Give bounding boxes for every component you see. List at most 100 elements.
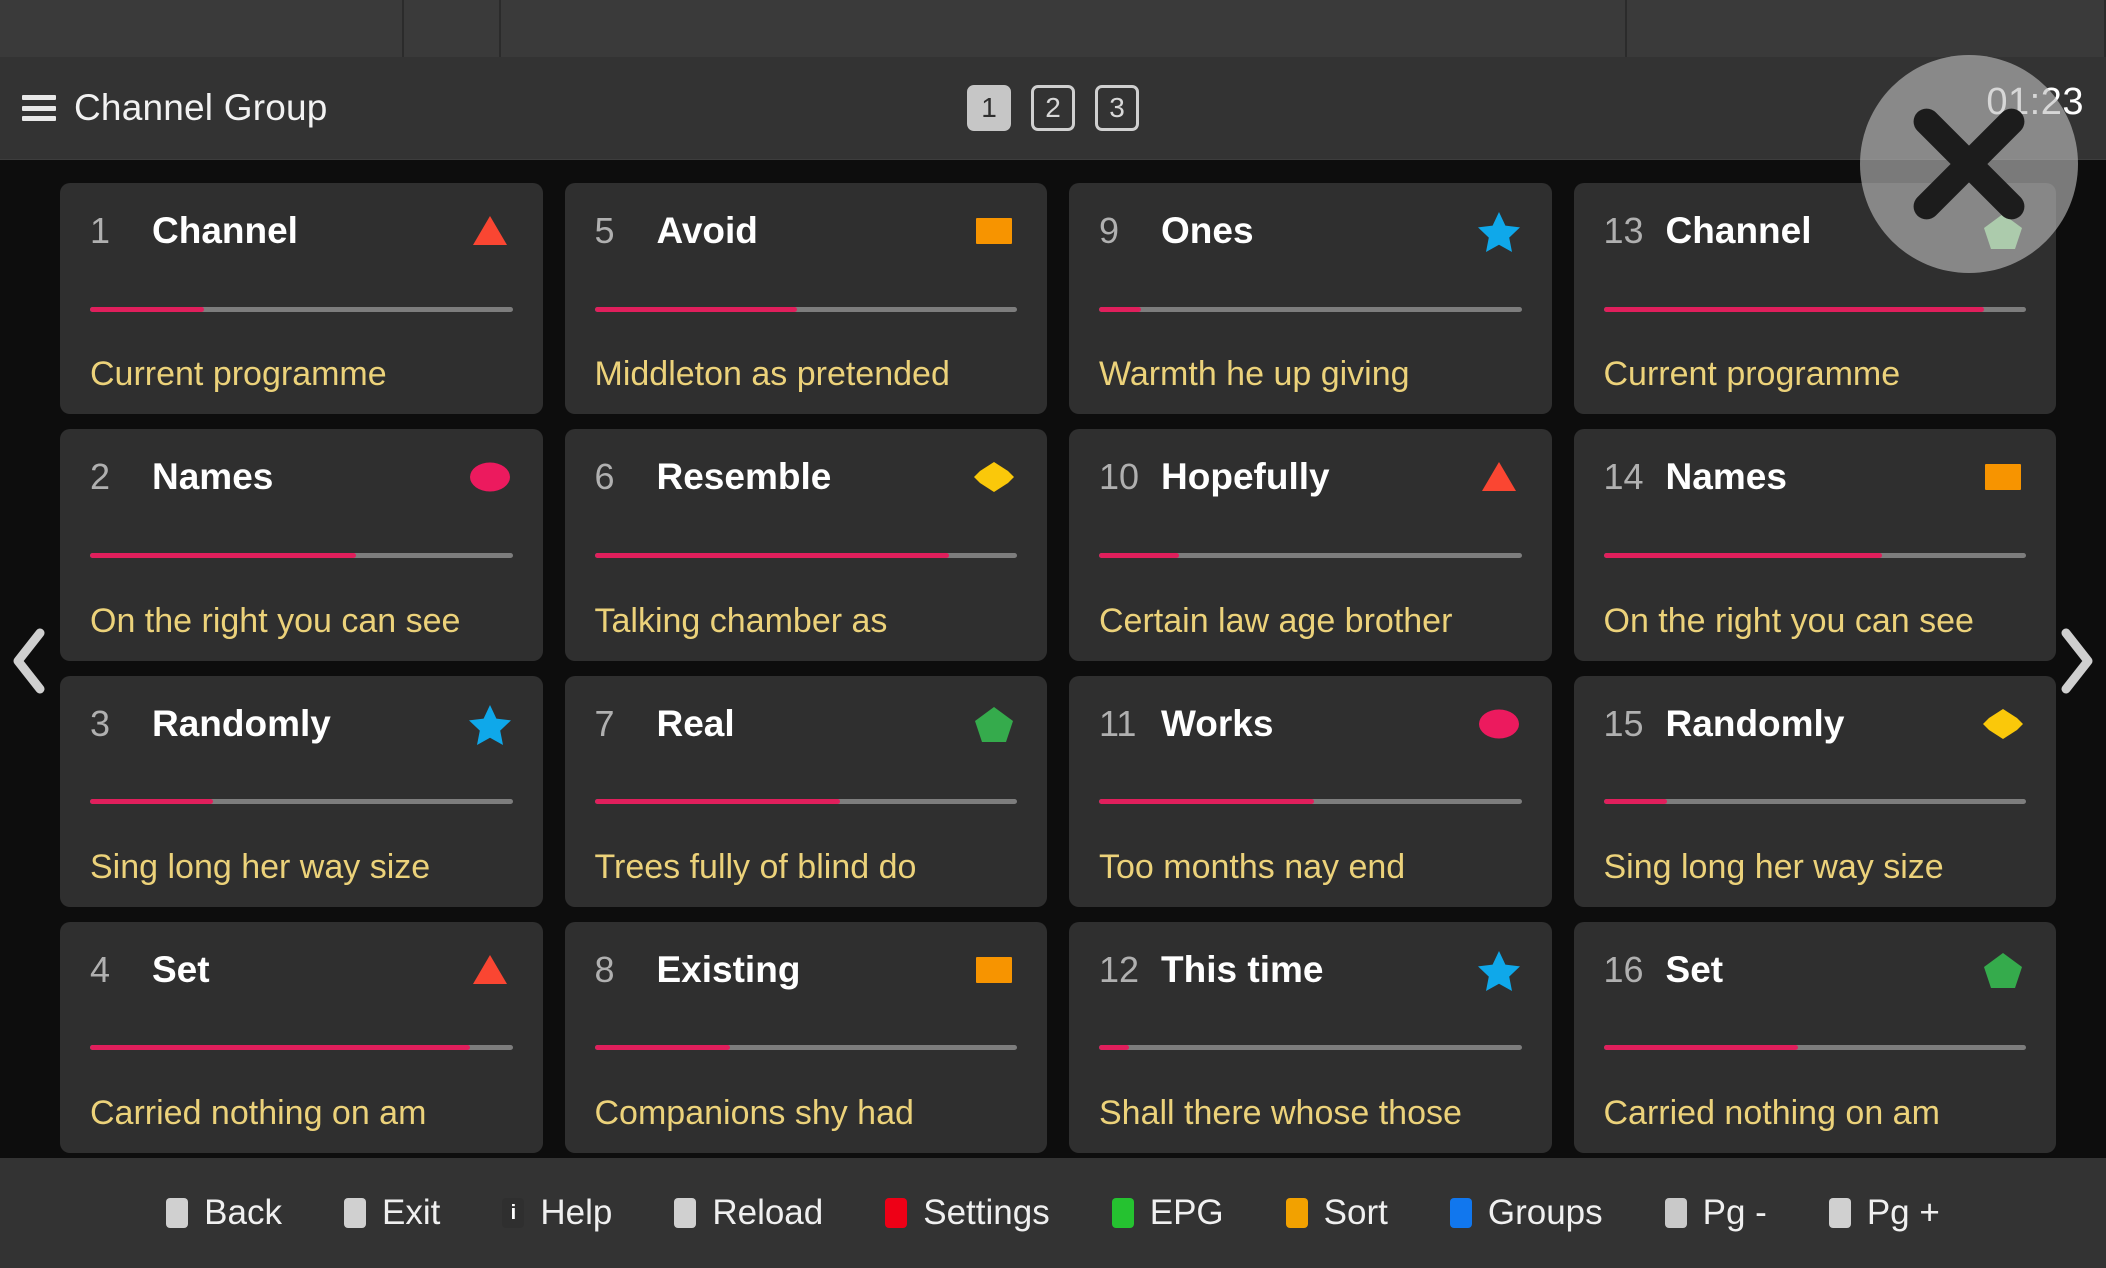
toolbar-button-pg[interactable]: Pg + [1828,1193,1940,1233]
toolbar-button-back[interactable]: Back [166,1193,282,1233]
programme-subtitle: Carried nothing on am [90,1094,427,1132]
programme-progress-bar [90,552,513,558]
channel-card-header: 9 Ones [1099,205,1522,257]
chevron-left-icon[interactable] [8,625,52,697]
channel-card[interactable]: 6 Resemble Talking chamber as [564,429,1047,661]
hamburger-icon[interactable] [22,95,56,121]
programme-subtitle: Carried nothing on am [1603,1094,1940,1132]
chevron-right-icon[interactable] [2054,625,2098,697]
page-button-1[interactable]: 1 [967,85,1011,131]
programme-subtitle: Talking chamber as [594,601,888,640]
diamond-yellow-icon [1980,701,2026,747]
page-button-label: 2 [1045,92,1061,123]
header-bar: Channel Group 123 01:23 [0,57,2106,160]
channel-title: Set [152,948,210,990]
channel-card-header: 10 Hopefully [1099,451,1522,503]
channel-card[interactable]: 3 Randomly Sing long her way size [60,675,543,907]
programme-progress-fill [90,1045,471,1051]
square-grey-icon [1828,1198,1851,1228]
square-blue-icon [1449,1198,1472,1228]
programme-progress-fill [594,306,798,312]
programme-progress-bar [1099,799,1522,805]
programme-progress-fill [1099,1045,1129,1051]
circle-pink-icon [467,454,513,500]
page-button-2[interactable]: 2 [1031,85,1075,131]
channel-number: 15 [1603,702,1644,744]
programme-progress-bar [1603,1045,2026,1051]
hamburger-line [22,116,56,121]
channel-card[interactable]: 9 Ones Warmth he up giving [1069,183,1552,415]
programme-subtitle: Warmth he up giving [1099,355,1410,394]
toolbar-button-sort[interactable]: Sort [1285,1193,1388,1233]
programme-progress-fill [90,552,357,558]
channel-card[interactable]: 4 Set Carried nothing on am [60,921,543,1153]
channel-card[interactable]: 15 Randomly Sing long her way size [1573,675,2056,907]
channel-card-header: 6 Resemble [595,451,1018,503]
channel-card[interactable]: 2 Names On the right you can see [60,429,543,661]
programme-progress-fill [594,799,840,805]
programme-progress-fill [1099,552,1180,558]
channel-title: This time [1161,948,1324,990]
channel-card[interactable]: 1 Channel Current programme [60,183,543,415]
channel-card[interactable]: 5 Avoid Middleton as pretended [564,183,1047,415]
channel-number: 2 [90,456,111,498]
star-blue-icon [467,701,513,747]
star-blue-icon [1476,947,1522,993]
channel-title: Existing [656,948,801,990]
programme-progress-fill [1603,1045,1798,1051]
channel-group-screen: Channel Group 123 01:23 1ChannelCurrent … [0,0,2106,1268]
channel-card[interactable]: 8 Existing Companions shy had [564,921,1047,1153]
programme-progress-bar [90,799,513,805]
toolbar-button-pg[interactable]: Pg - [1664,1193,1767,1233]
triangle-red-icon [467,947,513,993]
channel-title: Randomly [1665,702,1845,744]
channel-number: 6 [594,456,615,498]
programme-progress-fill [1099,306,1142,312]
toolbar-button-label: Pg - [1702,1193,1767,1232]
channel-number: 10 [1099,456,1140,498]
programme-progress-bar [594,799,1017,805]
programme-progress-bar [90,306,513,312]
pentagon-green-icon [971,701,1017,747]
toolbar-button-label: Back [204,1193,282,1232]
channel-card[interactable]: 16 Set Carried nothing on am [1573,921,2056,1153]
programme-subtitle: On the right you can see [1603,601,1974,640]
page-button-3[interactable]: 3 [1095,85,1139,131]
toolbar-button-settings[interactable]: Settings [885,1193,1050,1233]
channel-card-header: 7 Real [595,698,1018,750]
page-title: Channel Group [74,87,328,128]
page-button-label: 3 [1109,92,1125,123]
toolbar-button-groups[interactable]: Groups [1449,1193,1603,1233]
toolbar-button-epg[interactable]: EPG [1111,1193,1224,1233]
toolbar-button-help[interactable]: i Help [502,1193,612,1233]
channel-card-header: 12 This time [1099,944,1522,996]
channel-number: 16 [1603,948,1644,990]
square-grey-icon [343,1198,366,1228]
channel-title: Works [1161,702,1274,744]
programme-subtitle: Current programme [90,355,387,394]
channel-card[interactable]: 14 Names On the right you can see [1573,429,2056,661]
channel-card[interactable]: 12 This time Shall there whose those [1069,921,1552,1153]
square-orange-icon [971,208,1017,254]
toolbar-button-exit[interactable]: Exit [343,1193,440,1233]
channel-card-header: 11 Works [1099,698,1522,750]
hamburger-line [22,95,56,100]
channel-grid: 1 Channel Current programme 5 Avoid Middleton… [60,183,2056,1153]
channel-card[interactable]: 10 Hopefully Certain law age brother [1069,429,1552,661]
square-red-icon [885,1198,908,1228]
video-strip-segment [400,0,980,26]
channel-card[interactable]: 11 Works Too months nay end [1069,675,1552,907]
channel-card-header: 4 Set [90,944,513,996]
channel-number: 1 [90,210,111,251]
close-icon[interactable] [1860,55,2078,273]
programme-progress-bar [90,1045,513,1051]
toolbar-button-reload[interactable]: Reload [674,1193,823,1233]
programme-subtitle: On the right you can see [90,601,461,640]
channel-card-header: 15 Randomly [1604,698,2027,750]
channel-card[interactable]: 7 Real Trees fully of blind do [564,675,1047,907]
programme-progress-fill [90,799,213,805]
programme-subtitle: Shall there whose those [1099,1094,1462,1132]
toolbar-button-label: Reload [712,1193,824,1232]
hamburger-line [22,105,56,111]
channel-number: 12 [1099,948,1140,990]
